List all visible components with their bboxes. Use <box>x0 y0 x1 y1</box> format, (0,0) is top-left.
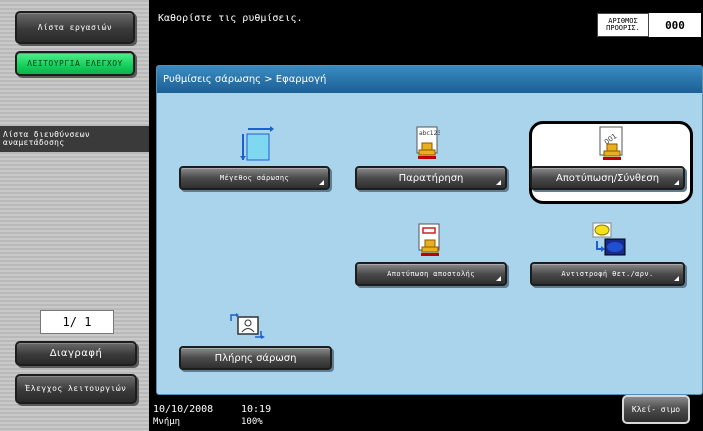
svg-text:abc123: abc123 <box>419 130 440 137</box>
expand-arrow-icon <box>319 180 324 185</box>
status-time: 10:19 <box>241 404 272 415</box>
check-functions-button[interactable]: Έλεγχος λειτουργιών <box>15 374 137 404</box>
memory-value: 100% <box>241 417 263 427</box>
breadcrumb: Ρυθμίσεις σάρωσης > Εφαρμογή <box>157 66 702 93</box>
annotation-button[interactable]: Παρατήρηση <box>355 166 507 190</box>
settings-panel: Ρυθμίσεις σάρωσης > Εφαρμογή Μέγεθος σάρ… <box>156 65 703 395</box>
invert-button[interactable]: Αντιστροφή θετ./αρν. <box>530 262 685 286</box>
main-frame: Ρυθμίσεις σάρωσης > Εφαρμογή Μέγεθος σάρ… <box>149 55 703 395</box>
stamp-composition-button[interactable]: Αποτύπωση/Σύνθεση <box>530 166 685 190</box>
job-list-button[interactable]: Λίστα εργασιών <box>15 11 135 44</box>
expand-arrow-icon <box>674 180 679 185</box>
status-bar: 10/10/2008 10:19 Μνήμη 100% Κλεί- σιμο <box>149 395 703 431</box>
close-label: Κλεί- σιμο <box>631 404 681 414</box>
expand-arrow-icon <box>496 180 501 185</box>
invert-icon <box>592 222 626 256</box>
destination-count-label: ΑΡΙΘΜΟΣ ΠΡΟΟΡΙΣ. <box>597 13 649 37</box>
page-counter: 1/ 1 <box>40 310 114 334</box>
expand-arrow-icon <box>674 276 679 281</box>
scan-size-icon <box>240 126 274 161</box>
page-counter-value: 1/ 1 <box>62 315 92 329</box>
job-list-label: Λίστα εργασιών <box>37 22 113 32</box>
destination-count-text: ΑΡΙΘΜΟΣ ΠΡΟΟΡΙΣ. <box>606 17 640 32</box>
utility-label: ΛΕΙΤΟΥΡΓΙΑ ΕΛΕΓΧΟΥ <box>27 58 123 68</box>
full-scan-label: Πλήρης σάρωση <box>214 352 297 364</box>
stamp-composition-label: Αποτύπωση/Σύνθεση <box>555 172 660 184</box>
delete-button[interactable]: Διαγραφή <box>15 341 137 366</box>
status-date: 10/10/2008 <box>153 404 214 415</box>
address-list-tab[interactable]: Λίστα διευθύνσεων αναμετάδοσης <box>0 126 149 152</box>
full-scan-button[interactable]: Πλήρης σάρωση <box>179 346 332 370</box>
left-sidebar: Λίστα εργασιών ΛΕΙΤΟΥΡΓΙΑ ΕΛΕΓΧΟΥ Λίστα … <box>0 0 149 431</box>
scan-size-label: Μέγεθος σάρωσης <box>219 173 290 182</box>
close-button[interactable]: Κλεί- σιμο <box>622 395 690 424</box>
invert-label: Αντιστροφή θετ./αρν. <box>561 269 654 278</box>
destination-count-value: 000 <box>649 13 701 37</box>
send-stamp-label: Αποτύπωση αποστολής <box>387 269 475 278</box>
memory-label: Μνήμη <box>153 417 181 427</box>
top-header: Καθορίστε τις ρυθμίσεις. ΑΡΙΘΜΟΣ ΠΡΟΟΡΙΣ… <box>149 0 703 55</box>
scan-size-button[interactable]: Μέγεθος σάρωσης <box>179 166 330 190</box>
annotation-label: Παρατήρηση <box>398 172 464 184</box>
address-list-label: Λίστα διευθύνσεων αναμετάδοσης <box>3 130 90 147</box>
full-scan-icon <box>230 313 265 339</box>
expand-arrow-icon <box>496 276 501 281</box>
send-stamp-icon <box>418 223 440 256</box>
send-stamp-button[interactable]: Αποτύπωση αποστολής <box>355 262 507 286</box>
header-message: Καθορίστε τις ρυθμίσεις. <box>158 13 303 24</box>
utility-button[interactable]: ΛΕΙΤΟΥΡΓΙΑ ΕΛΕΓΧΟΥ <box>15 51 135 76</box>
delete-label: Διαγραφή <box>49 347 103 359</box>
check-functions-label: Έλεγχος λειτουργιών <box>25 384 127 393</box>
annotation-icon: abc123 <box>416 126 440 159</box>
stamp-composition-icon: 001 <box>599 126 623 160</box>
